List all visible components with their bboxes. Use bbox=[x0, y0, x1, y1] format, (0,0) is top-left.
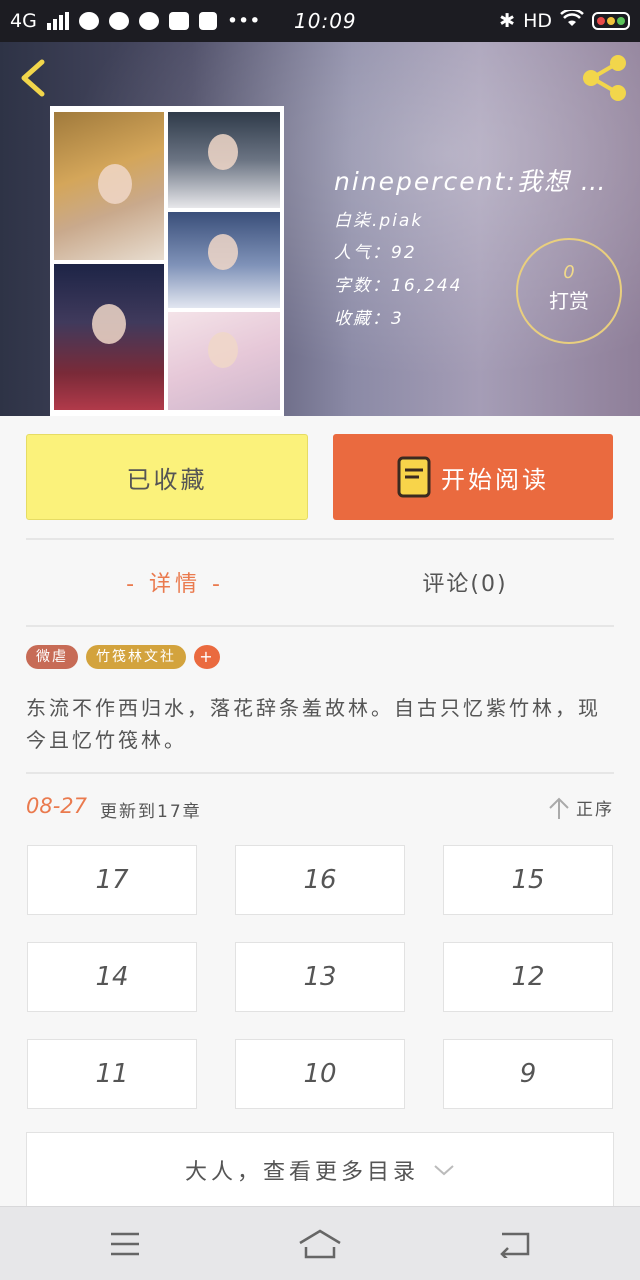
book-summary: 东流不作西归水，落花辞条羞故林。自古只忆紫竹林，现今且忆竹筏林。 bbox=[26, 696, 601, 752]
home-button[interactable] bbox=[290, 1221, 350, 1267]
back-button[interactable] bbox=[14, 56, 54, 100]
home-icon bbox=[299, 1229, 341, 1259]
status-bar-left: 4G ••• bbox=[10, 0, 260, 42]
menu-button[interactable] bbox=[95, 1221, 155, 1267]
menu-icon bbox=[111, 1232, 139, 1256]
favorite-button-label: 已收藏 bbox=[126, 465, 208, 494]
share-button[interactable] bbox=[580, 54, 630, 102]
arrow-up-icon bbox=[549, 797, 569, 819]
divider bbox=[26, 625, 614, 627]
book-title: ninepercent:我想 … bbox=[334, 167, 608, 196]
cover-photo-2 bbox=[168, 112, 280, 208]
cover-photo-4 bbox=[54, 264, 164, 410]
reward-button[interactable]: 0 打赏 bbox=[516, 238, 622, 344]
more-chapters-button[interactable]: 大人，查看更多目录 bbox=[26, 1132, 614, 1208]
status-bar-right: ✱ HD bbox=[499, 0, 630, 42]
tag-item[interactable]: 微虐 bbox=[26, 645, 78, 669]
chevron-down-icon bbox=[434, 1165, 454, 1176]
chapter-button[interactable]: 12 bbox=[443, 942, 613, 1012]
reward-count: 0 bbox=[563, 262, 575, 283]
cover-photo-1 bbox=[54, 112, 164, 260]
system-nav-bar bbox=[0, 1206, 640, 1280]
start-reading-button[interactable]: 开始阅读 bbox=[333, 434, 613, 520]
battery-icon bbox=[592, 12, 630, 30]
chapter-button[interactable]: 16 bbox=[235, 845, 405, 915]
chapter-button[interactable]: 14 bbox=[27, 942, 197, 1012]
tag-list: 微虐 竹筏林文社 + bbox=[26, 645, 220, 669]
status-bar: 4G ••• 10:09 ✱ HD bbox=[0, 0, 640, 42]
book-header: ninepercent:我想 … 白柒.piak 人气：92 字数：16,244… bbox=[0, 42, 640, 416]
sort-label: 正序 bbox=[576, 800, 614, 820]
share-icon bbox=[583, 55, 626, 101]
sort-toggle[interactable]: 正序 bbox=[548, 795, 614, 820]
chat-icon bbox=[78, 12, 99, 30]
bluetooth-icon: ✱ bbox=[499, 10, 516, 32]
signal-icon bbox=[46, 12, 69, 30]
chapter-button[interactable]: 15 bbox=[443, 845, 613, 915]
cover-photo-5 bbox=[168, 312, 280, 410]
tab-comments[interactable]: 评论(0) bbox=[400, 566, 530, 598]
clock: 10:09 bbox=[294, 9, 357, 33]
chapter-button[interactable]: 11 bbox=[27, 1039, 197, 1109]
divider bbox=[26, 772, 614, 774]
network-label: 4G bbox=[10, 10, 37, 32]
word-count-line: 字数：16,244 bbox=[334, 276, 463, 296]
chapter-button[interactable]: 17 bbox=[27, 845, 197, 915]
tab-detail[interactable]: - 详情 - bbox=[110, 566, 240, 598]
divider bbox=[26, 538, 614, 540]
book-cover[interactable] bbox=[50, 106, 284, 416]
update-text: 更新到17章 bbox=[100, 802, 202, 822]
back-nav-button[interactable] bbox=[485, 1221, 545, 1267]
vibrate-icon bbox=[198, 12, 217, 30]
more-chapters-label: 大人，查看更多目录 bbox=[184, 1160, 419, 1185]
add-tag-button[interactable]: + bbox=[194, 645, 220, 669]
mail-icon bbox=[168, 12, 189, 30]
chapter-button[interactable]: 13 bbox=[235, 942, 405, 1012]
author-line: 白柒.piak bbox=[334, 211, 424, 231]
favorites-line: 收藏：3 bbox=[334, 309, 404, 329]
favorite-button[interactable]: 已收藏 bbox=[26, 434, 308, 520]
qq-icon-2 bbox=[138, 12, 159, 30]
wifi-icon bbox=[560, 7, 584, 33]
reward-label: 打赏 bbox=[549, 289, 589, 313]
start-reading-label: 开始阅读 bbox=[441, 465, 549, 494]
return-icon bbox=[500, 1232, 530, 1258]
back-arrow-icon bbox=[21, 59, 45, 97]
popularity-line: 人气：92 bbox=[334, 243, 417, 263]
book-icon bbox=[397, 456, 431, 498]
chapter-button[interactable]: 9 bbox=[443, 1039, 613, 1109]
chapter-button[interactable]: 10 bbox=[235, 1039, 405, 1109]
cover-photo-3 bbox=[168, 212, 280, 308]
update-date: 08-27 bbox=[26, 794, 88, 818]
qq-icon bbox=[108, 12, 129, 30]
hd-label: HD bbox=[523, 10, 552, 32]
tag-item[interactable]: 竹筏林文社 bbox=[86, 645, 186, 669]
more-notifications-icon: ••• bbox=[226, 10, 261, 32]
